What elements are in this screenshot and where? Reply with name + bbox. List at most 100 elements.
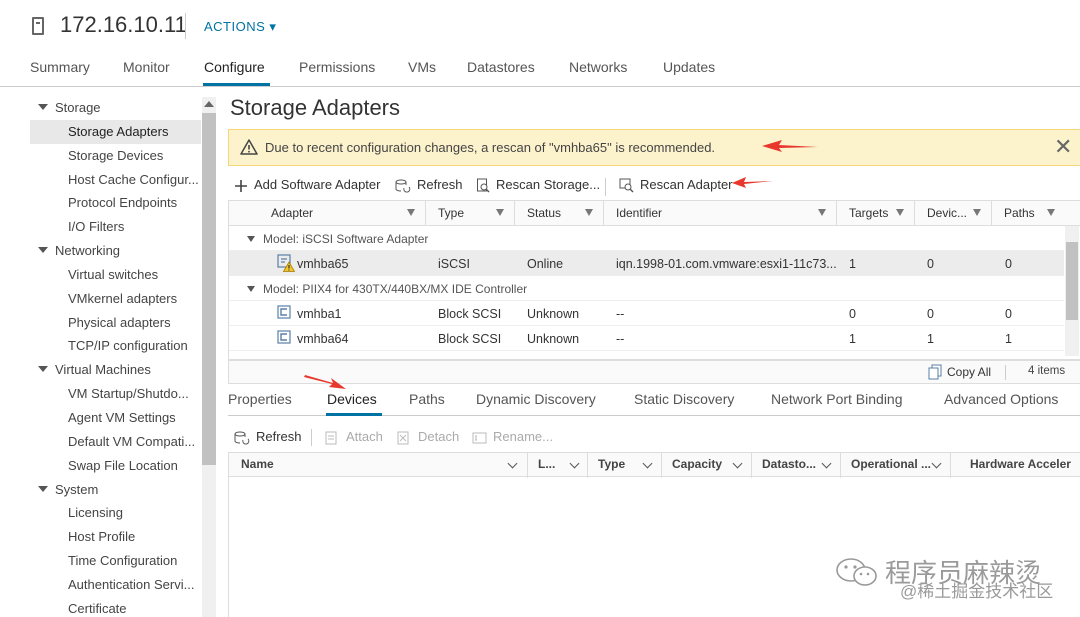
column-header-capacity[interactable]: Capacity xyxy=(672,457,722,471)
column-header-identifier[interactable]: Identifier xyxy=(616,206,662,220)
item-count: 4 items xyxy=(1028,365,1066,377)
attach-label: Attach xyxy=(346,429,383,444)
chevron-down-icon[interactable] xyxy=(732,458,743,469)
tab-devices[interactable]: Devices xyxy=(327,391,377,407)
tab-monitor[interactable]: Monitor xyxy=(123,59,170,75)
tab-advanced-options[interactable]: Advanced Options xyxy=(944,391,1058,407)
active-tab-indicator xyxy=(203,83,270,86)
tab-network-port-binding[interactable]: Network Port Binding xyxy=(771,391,903,407)
rename-button[interactable]: Rename... xyxy=(472,429,553,445)
refresh-button[interactable]: Refresh xyxy=(395,177,463,193)
column-header-status[interactable]: Status xyxy=(527,206,561,220)
tab-dynamic-discovery[interactable]: Dynamic Discovery xyxy=(476,391,596,407)
cell-status: Online xyxy=(527,257,564,271)
column-header-datastore[interactable]: Datasto... xyxy=(762,457,816,471)
sidebar-item-time-configuration[interactable]: Time Configuration xyxy=(68,553,177,568)
filter-icon[interactable] xyxy=(818,209,826,216)
sidebar-item-swap-file-location[interactable]: Swap File Location xyxy=(68,458,178,473)
tab-configure[interactable]: Configure xyxy=(204,59,265,75)
sidebar-item-host-cache[interactable]: Host Cache Configur... xyxy=(68,172,199,187)
column-divider xyxy=(914,201,915,226)
table-row[interactable]: vmhba1 Block SCSI Unknown -- 0 0 0 xyxy=(229,301,1064,326)
sidebar-item-default-vm-compatibility[interactable]: Default VM Compati... xyxy=(68,434,195,449)
tab-static-discovery[interactable]: Static Discovery xyxy=(634,391,734,407)
tab-properties[interactable]: Properties xyxy=(228,391,292,407)
sidebar-item-storage-devices[interactable]: Storage Devices xyxy=(68,148,163,163)
copy-all-button[interactable]: Copy All xyxy=(947,365,991,379)
annotation-arrow-devices-tab xyxy=(304,375,346,389)
sidebar-item-virtual-switches[interactable]: Virtual switches xyxy=(68,267,158,282)
sidebar-item-storage-adapters[interactable]: Storage Adapters xyxy=(68,124,168,139)
rescan-adapter-button[interactable]: Rescan Adapter xyxy=(619,177,733,193)
column-header-name[interactable]: Name xyxy=(241,457,274,471)
sidebar-item-agent-vm-settings[interactable]: Agent VM Settings xyxy=(68,410,176,425)
filter-icon[interactable] xyxy=(973,209,981,216)
column-header-type[interactable]: Type xyxy=(598,457,625,471)
filter-icon[interactable] xyxy=(496,209,504,216)
sidebar-item-physical-adapters[interactable]: Physical adapters xyxy=(68,315,171,330)
tab-summary[interactable]: Summary xyxy=(30,59,90,75)
cell-type: iSCSI xyxy=(438,257,470,271)
add-software-adapter-label: Add Software Adapter xyxy=(254,177,381,192)
chevron-down-icon[interactable] xyxy=(507,458,518,469)
sidebar-item-vmkernel-adapters[interactable]: VMkernel adapters xyxy=(68,291,177,306)
sidebar-item-io-filters[interactable]: I/O Filters xyxy=(68,219,124,234)
grid-scrollbar-thumb[interactable] xyxy=(1066,242,1078,320)
detach-button[interactable]: Detach xyxy=(397,429,459,445)
chevron-down-icon[interactable] xyxy=(642,458,653,469)
devices-refresh-button[interactable]: Refresh xyxy=(234,429,302,445)
attach-button[interactable]: Attach xyxy=(325,429,383,445)
group-row-piix4[interactable]: Model: PIIX4 for 430TX/440BX/MX IDE Cont… xyxy=(229,276,1064,301)
sidebar-item-protocol-endpoints[interactable]: Protocol Endpoints xyxy=(68,195,177,210)
add-software-adapter-button[interactable]: Add Software Adapter xyxy=(234,177,380,193)
column-header-type[interactable]: Type xyxy=(438,206,464,220)
filter-icon[interactable] xyxy=(585,209,593,216)
sidebar-item-host-profile[interactable]: Host Profile xyxy=(68,529,135,544)
column-header-hardware-acceleration[interactable]: Hardware Acceler xyxy=(970,457,1071,471)
rescan-storage-button[interactable]: Rescan Storage... xyxy=(476,177,600,193)
cell-devices: 1 xyxy=(927,332,934,346)
column-header-devices[interactable]: Devic... xyxy=(927,206,967,220)
tab-updates[interactable]: Updates xyxy=(663,59,715,75)
caret-down-icon xyxy=(247,236,255,242)
attach-icon xyxy=(325,431,337,445)
table-row[interactable]: vmhba65 iSCSI Online iqn.1998-01.com.vmw… xyxy=(229,251,1064,276)
column-header-operational-state[interactable]: Operational ... xyxy=(851,457,931,471)
column-header-lun[interactable]: L... xyxy=(538,457,555,471)
sidebar-item-licensing[interactable]: Licensing xyxy=(68,505,123,520)
cell-identifier: -- xyxy=(616,307,625,321)
chevron-down-icon[interactable] xyxy=(931,458,942,469)
group-row-iscsi[interactable]: Model: iSCSI Software Adapter xyxy=(229,226,1064,251)
actions-menu-button[interactable]: ACTIONS ▾ xyxy=(204,19,276,35)
cell-devices: 0 xyxy=(927,307,934,321)
sidebar-item-certificate[interactable]: Certificate xyxy=(68,601,127,616)
chevron-down-icon[interactable] xyxy=(821,458,832,469)
caret-down-icon xyxy=(38,247,48,253)
scroll-up-icon[interactable] xyxy=(204,101,214,107)
cell-paths: 1 xyxy=(1005,332,1012,346)
tab-vms[interactable]: VMs xyxy=(408,59,436,75)
watermark-community: @稀土掘金技术社区 xyxy=(900,582,1054,601)
column-divider xyxy=(836,201,837,226)
sidebar-item-authentication-services[interactable]: Authentication Servi... xyxy=(68,577,194,592)
sidebar-item-tcpip-configuration[interactable]: TCP/IP configuration xyxy=(68,338,188,353)
column-header-adapter[interactable]: Adapter xyxy=(271,206,313,220)
chevron-down-icon[interactable] xyxy=(569,458,580,469)
filter-icon[interactable] xyxy=(896,209,904,216)
filter-icon[interactable] xyxy=(407,209,415,216)
adapter-warning-icon xyxy=(277,254,295,272)
column-divider xyxy=(425,201,426,226)
rename-label: Rename... xyxy=(493,429,553,444)
sidebar-item-vm-startup-shutdown[interactable]: VM Startup/Shutdo... xyxy=(68,386,189,401)
tab-permissions[interactable]: Permissions xyxy=(299,59,375,75)
filter-icon[interactable] xyxy=(1047,209,1055,216)
column-header-targets[interactable]: Targets xyxy=(849,206,888,220)
rescan-storage-icon xyxy=(477,178,490,193)
close-icon[interactable]: ✕ xyxy=(1054,136,1072,158)
tab-paths[interactable]: Paths xyxy=(409,391,445,407)
sidebar-scrollbar-thumb[interactable] xyxy=(202,113,216,465)
column-header-paths[interactable]: Paths xyxy=(1004,206,1035,220)
tab-networks[interactable]: Networks xyxy=(569,59,627,75)
table-row[interactable]: vmhba64 Block SCSI Unknown -- 1 1 1 xyxy=(229,326,1064,351)
tab-datastores[interactable]: Datastores xyxy=(467,59,535,75)
